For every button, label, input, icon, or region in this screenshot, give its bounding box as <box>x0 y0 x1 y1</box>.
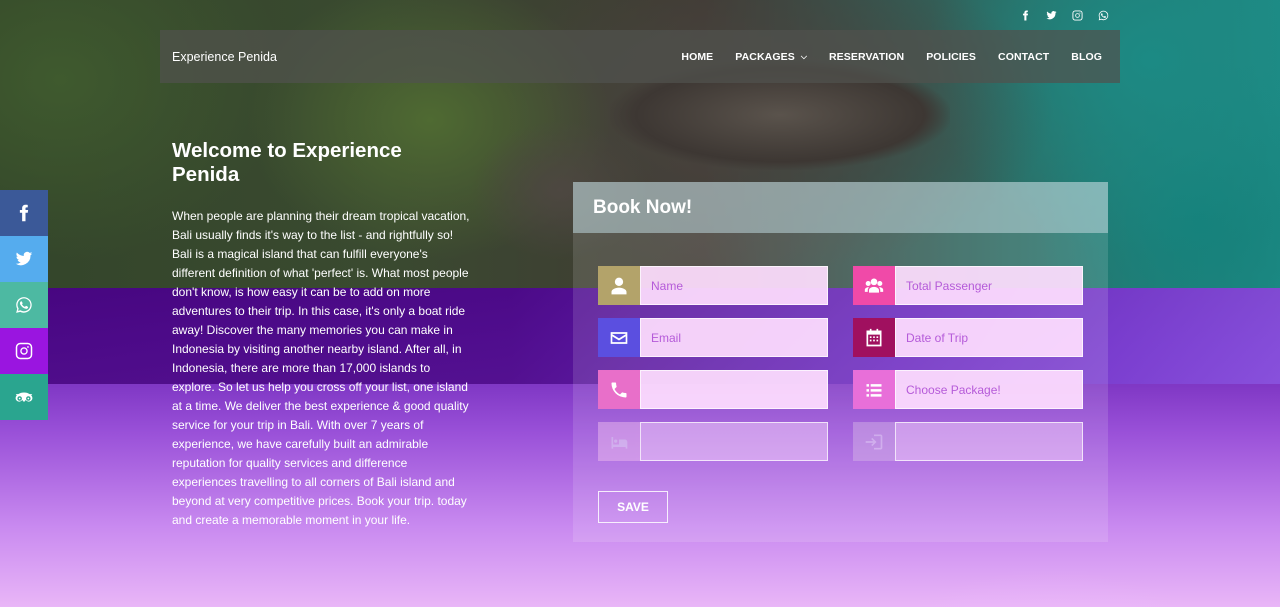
whatsapp-icon <box>16 297 32 313</box>
hotel-icon <box>598 422 640 461</box>
phone-input[interactable] <box>640 370 828 409</box>
group-icon <box>853 266 895 305</box>
user-icon <box>598 266 640 305</box>
phone-icon <box>598 370 640 409</box>
main-nav: HOME PACKAGES ⌵ RESERVATION POLICIES CON… <box>681 51 1102 63</box>
welcome-body: When people are planning their dream tro… <box>172 209 470 527</box>
choose-package-field-group: Choose Package! <box>853 370 1083 409</box>
date-of-trip-field-group: Date of Trip <box>853 318 1083 357</box>
tripadvisor-icon <box>15 392 33 402</box>
phone-field-group <box>598 370 828 409</box>
total-passenger-input[interactable]: Total Passenger <box>895 266 1083 305</box>
facebook-icon[interactable] <box>1018 8 1032 22</box>
booking-form-panel: Book Now! Name Total Passenger Email Dat… <box>573 182 1108 542</box>
date-of-trip-input[interactable]: Date of Trip <box>895 318 1083 357</box>
booking-form: Name Total Passenger Email Date of Trip <box>598 266 1083 461</box>
side-social-bar <box>0 190 48 420</box>
name-field-group: Name <box>598 266 828 305</box>
side-tripadvisor-button[interactable] <box>0 374 48 420</box>
extra-input[interactable] <box>895 422 1083 461</box>
twitter-icon[interactable] <box>1044 8 1058 22</box>
facebook-icon <box>19 204 29 222</box>
hotel-input[interactable] <box>640 422 828 461</box>
top-social-links <box>1018 8 1110 22</box>
instagram-icon <box>15 342 33 360</box>
extra-field-group <box>853 422 1083 461</box>
choose-package-select[interactable]: Choose Package! <box>895 370 1083 409</box>
list-icon <box>853 370 895 409</box>
side-facebook-button[interactable] <box>0 190 48 236</box>
email-input[interactable]: Email <box>640 318 828 357</box>
save-button[interactable]: SAVE <box>598 491 668 523</box>
nav-packages-label: PACKAGES <box>735 50 795 63</box>
envelope-icon <box>598 318 640 357</box>
side-twitter-button[interactable] <box>0 236 48 282</box>
main-navbar: Experience Penida HOME PACKAGES ⌵ RESERV… <box>160 30 1120 83</box>
whatsapp-icon[interactable] <box>1096 8 1110 22</box>
nav-contact[interactable]: CONTACT <box>998 51 1049 63</box>
brand-logo-text[interactable]: Experience Penida <box>172 50 277 64</box>
side-instagram-button[interactable] <box>0 328 48 374</box>
nav-reservation[interactable]: RESERVATION <box>829 51 904 63</box>
email-field-group: Email <box>598 318 828 357</box>
twitter-icon <box>15 251 33 266</box>
nav-packages[interactable]: PACKAGES ⌵ <box>735 51 807 63</box>
location-field-group <box>598 422 828 461</box>
calendar-icon <box>853 318 895 357</box>
nav-home[interactable]: HOME <box>681 51 713 63</box>
instagram-icon[interactable] <box>1070 8 1084 22</box>
name-input[interactable]: Name <box>640 266 828 305</box>
welcome-title: Welcome to Experience Penida <box>172 139 402 186</box>
nav-blog[interactable]: BLOG <box>1071 51 1102 63</box>
nav-policies[interactable]: POLICIES <box>926 51 976 63</box>
sign-in-icon <box>853 422 895 461</box>
side-whatsapp-button[interactable] <box>0 282 48 328</box>
booking-title: Book Now! <box>593 196 693 218</box>
chevron-down-icon: ⌵ <box>800 51 807 61</box>
welcome-section: Welcome to Experience Penida When people… <box>172 139 472 530</box>
booking-header: Book Now! <box>573 182 1108 233</box>
total-passenger-field-group: Total Passenger <box>853 266 1083 305</box>
